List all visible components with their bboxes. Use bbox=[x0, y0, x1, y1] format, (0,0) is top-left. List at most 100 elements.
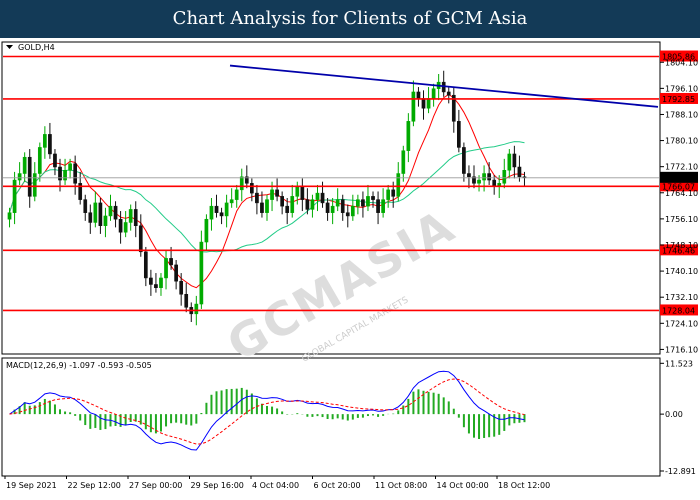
candle-body bbox=[320, 192, 325, 204]
macd-tick-label: -12.891 bbox=[665, 467, 696, 476]
candle-body bbox=[290, 196, 295, 213]
time-tick-label: 11 Oct 08:00 bbox=[375, 481, 427, 490]
candle-body bbox=[199, 241, 204, 305]
candle-body bbox=[350, 205, 355, 217]
price-tick-label: 1724.10 bbox=[665, 319, 698, 328]
candle-body bbox=[53, 153, 57, 168]
candle-body bbox=[376, 199, 380, 213]
candle-body bbox=[204, 218, 209, 243]
time-tick-label: 22 Sep 12:00 bbox=[68, 481, 121, 490]
candle-body bbox=[270, 189, 274, 200]
candle-body bbox=[32, 173, 37, 197]
candle-body bbox=[108, 205, 113, 217]
candle-body bbox=[128, 209, 133, 223]
candle-body bbox=[477, 179, 481, 184]
candle-body bbox=[487, 173, 491, 181]
candle-body bbox=[88, 212, 93, 223]
candle-body bbox=[73, 163, 78, 184]
candle-body bbox=[209, 205, 214, 220]
candle-body bbox=[517, 166, 522, 178]
candle-body bbox=[149, 277, 153, 285]
candle-body bbox=[83, 199, 88, 213]
candle-body bbox=[421, 98, 426, 109]
candle-body bbox=[295, 186, 300, 197]
candle-body bbox=[300, 186, 305, 200]
candle-body bbox=[345, 212, 350, 217]
candle-body bbox=[507, 153, 512, 171]
candle-body bbox=[43, 134, 47, 148]
chart-banner-title: Chart Analysis for Clients of GCM Asia bbox=[0, 0, 700, 38]
candle-body bbox=[371, 196, 375, 200]
price-tick-label: 1740.10 bbox=[665, 267, 698, 276]
time-tick-label: 4 Oct 04:00 bbox=[252, 481, 299, 490]
candle-body bbox=[411, 91, 416, 122]
candle-body bbox=[12, 179, 17, 213]
candle-body bbox=[416, 91, 421, 99]
candle-body bbox=[431, 88, 436, 99]
time-tick-label: 27 Sep 00:00 bbox=[129, 481, 182, 490]
price-tick-label: 1748.10 bbox=[665, 241, 698, 250]
time-tick-label: 6 Oct 20:00 bbox=[314, 481, 361, 490]
candle-body bbox=[93, 202, 98, 223]
candle-body bbox=[113, 205, 118, 220]
candle-body bbox=[239, 176, 244, 191]
macd-tick-label: 0.00 bbox=[665, 410, 683, 419]
price-tick-label: 1732.10 bbox=[665, 293, 698, 302]
price-tick-label: 1788.10 bbox=[665, 110, 698, 119]
candle-body bbox=[366, 196, 370, 207]
candle-body bbox=[143, 251, 148, 279]
candle-body bbox=[330, 205, 335, 213]
candle-body bbox=[280, 196, 284, 207]
candle-body bbox=[154, 284, 158, 288]
candle-body bbox=[48, 134, 52, 155]
candle-body bbox=[265, 199, 269, 213]
candle-body bbox=[37, 147, 42, 174]
candle-body bbox=[22, 156, 27, 174]
level-tag-label: 1728.04 bbox=[662, 306, 695, 315]
candle-body bbox=[502, 170, 507, 184]
candle-body bbox=[159, 277, 163, 288]
candle-body bbox=[27, 156, 32, 197]
chart-area: GCMASIAGLOBAL CAPITAL MARKETS 1805.86179… bbox=[0, 38, 700, 500]
candle-body bbox=[250, 183, 254, 194]
candle-body bbox=[396, 173, 401, 197]
candle-body bbox=[98, 202, 103, 226]
time-tick-label: 29 Sep 16:00 bbox=[191, 481, 244, 490]
candle-body bbox=[401, 150, 406, 174]
candle-body bbox=[285, 205, 290, 213]
candle-body bbox=[68, 163, 72, 171]
time-tick-label: 18 Oct 12:00 bbox=[498, 481, 550, 490]
candle-body bbox=[386, 189, 391, 200]
candle-body bbox=[234, 189, 239, 200]
price-tick-label: 1756.10 bbox=[665, 215, 698, 224]
candle-body bbox=[335, 199, 340, 207]
candle-body bbox=[123, 222, 128, 233]
candle-body bbox=[229, 199, 234, 204]
candle-body bbox=[17, 173, 22, 181]
candle-body bbox=[315, 192, 320, 200]
candle-body bbox=[482, 173, 486, 181]
candle-body bbox=[219, 212, 224, 217]
candle-body bbox=[138, 225, 143, 253]
candle-body bbox=[164, 258, 168, 279]
candle-body bbox=[169, 258, 173, 266]
candle-body bbox=[255, 192, 259, 204]
candle-body bbox=[426, 98, 431, 109]
candle-body bbox=[275, 189, 279, 197]
time-tick-label: 14 Oct 00:00 bbox=[437, 481, 489, 490]
price-tick-label: 1716.10 bbox=[665, 345, 698, 354]
candle-body bbox=[325, 202, 330, 213]
time-tick-label: 19 Sep 2021 bbox=[6, 481, 57, 490]
candle-body bbox=[310, 199, 315, 210]
candle-body bbox=[361, 199, 365, 207]
candle-body bbox=[224, 202, 229, 217]
candle-body bbox=[305, 199, 310, 210]
candle-body bbox=[260, 202, 264, 213]
candle-body bbox=[512, 153, 517, 168]
candle-body bbox=[446, 91, 451, 96]
candle-body bbox=[462, 147, 466, 174]
candle-body bbox=[391, 189, 396, 197]
price-tick-label: 1780.10 bbox=[665, 137, 698, 146]
candle-body bbox=[214, 205, 219, 213]
candle-body bbox=[406, 121, 411, 151]
